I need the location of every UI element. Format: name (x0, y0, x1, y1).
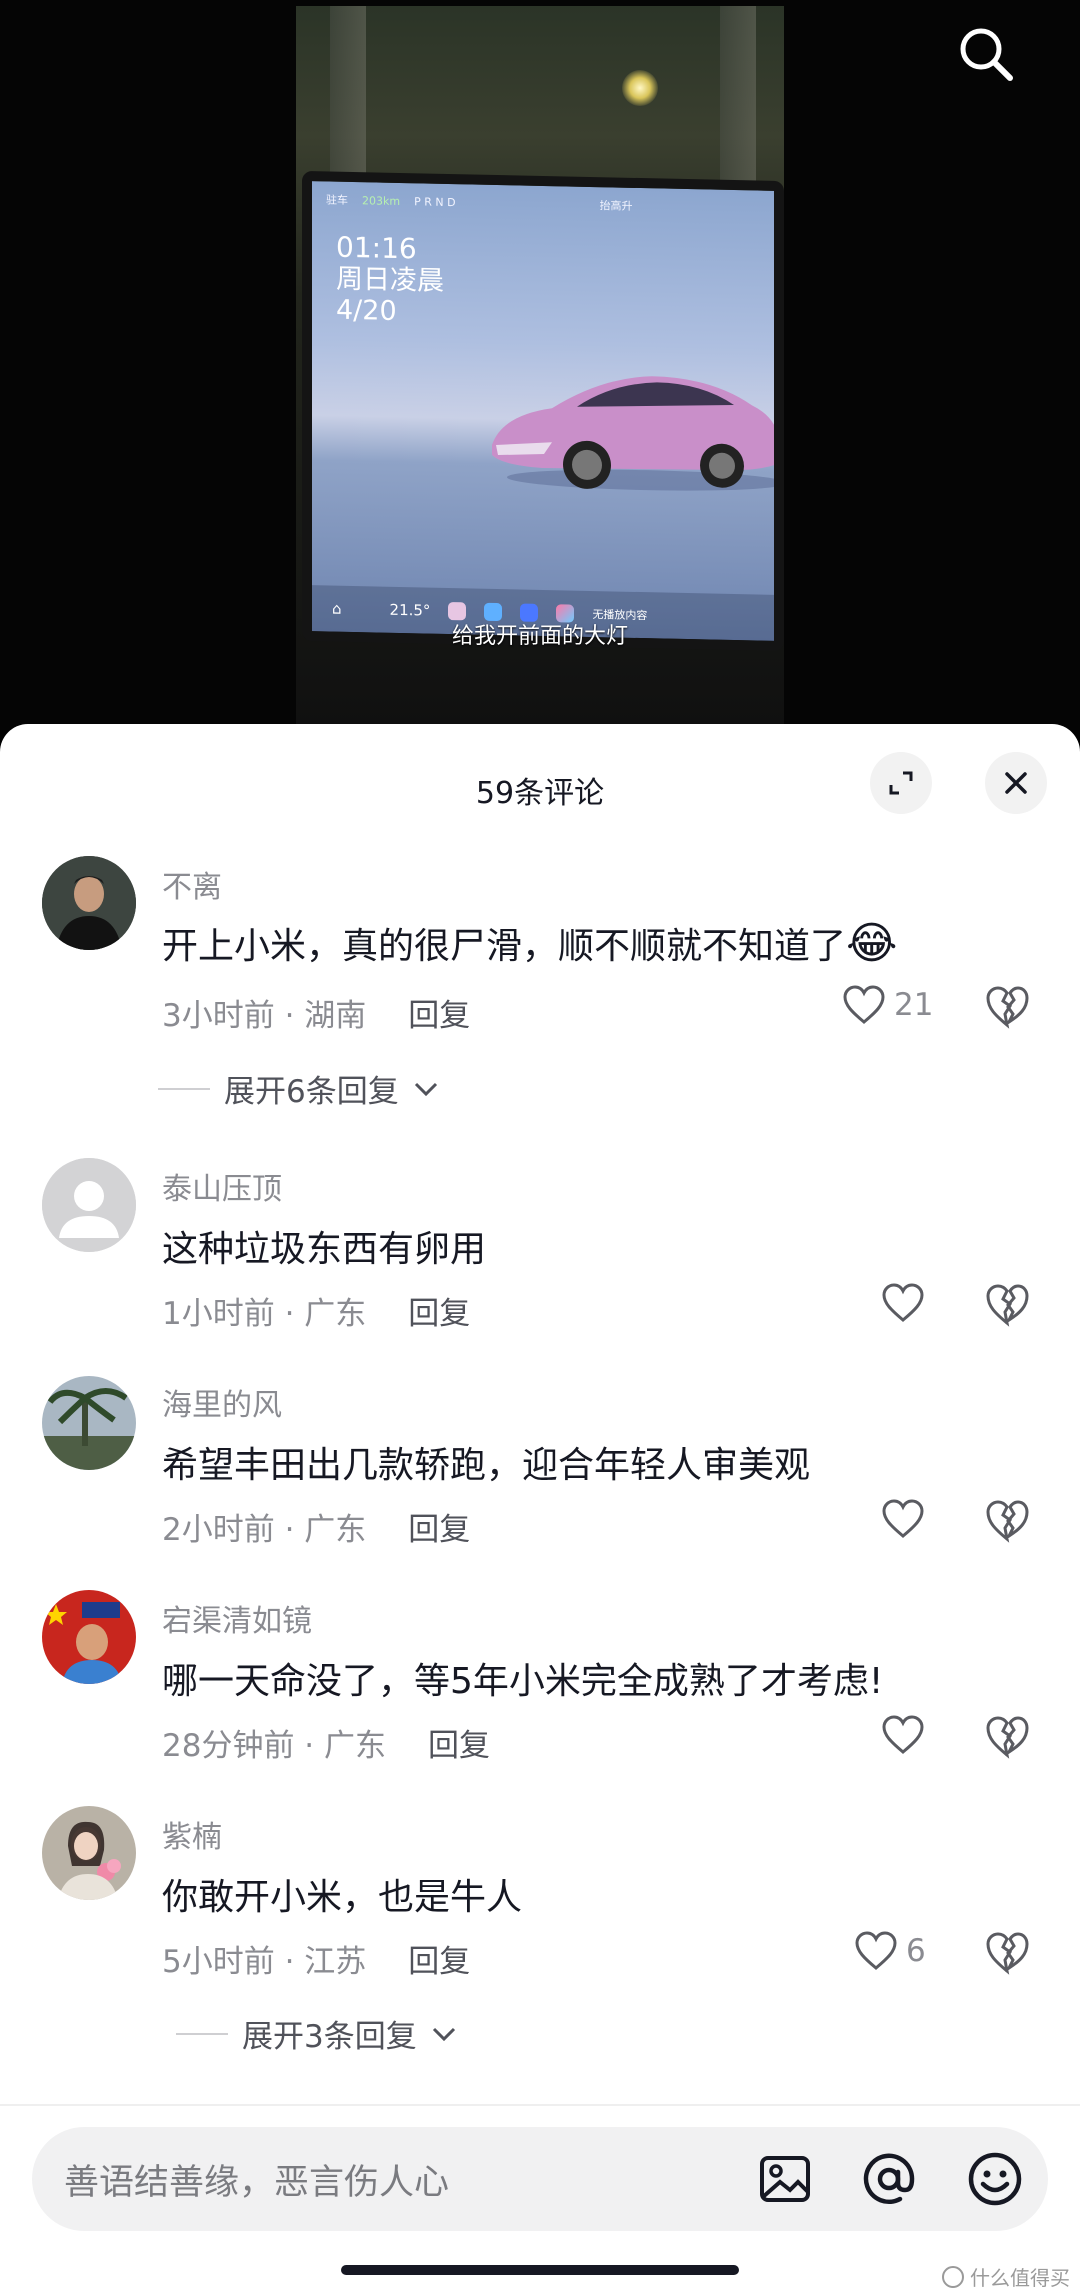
comment-time: 2小时前 (162, 1512, 275, 1548)
comment-author[interactable]: 紫楠 (162, 1812, 222, 1856)
expand-replies-button[interactable]: 展开6条回复 (158, 1066, 439, 1111)
comment-author[interactable]: 泰山压顶 (162, 1164, 282, 1208)
search-button[interactable] (954, 22, 1018, 86)
screen-clock: 01:16 周日凌晨 4/20 (336, 230, 444, 329)
chevron-down-icon (432, 2027, 455, 2041)
reply-button[interactable]: 回复 (408, 1944, 470, 1980)
comment-text: 你敢开小米，也是牛人 (162, 1877, 523, 1918)
expand-replies-label: 展开3条回复 (242, 2019, 417, 2055)
comment-time: 1小时前 (162, 1296, 275, 1332)
dislike-broken-heart-icon[interactable] (984, 1929, 1030, 1975)
comment-time: 3小时前 (162, 998, 275, 1034)
comment-author[interactable]: 不离 (162, 862, 222, 906)
screen-gear: P R N D (414, 194, 456, 209)
image-icon[interactable] (756, 2150, 814, 2208)
search-icon (960, 28, 1013, 81)
close-sheet-button[interactable] (985, 752, 1047, 814)
screen-date: 4/20 (336, 294, 397, 328)
expand-sheet-button[interactable] (870, 752, 932, 814)
expand-icon (889, 771, 913, 795)
screen-top-center: 抬高升 (599, 199, 633, 213)
comment-text-body: 开上小米，真的很尸滑，顺不顺就不知道了 (162, 926, 847, 967)
screen-temperature: 21.5° (389, 600, 431, 620)
input-divider (0, 2104, 1080, 2106)
comment-author[interactable]: 海里的风 (162, 1380, 282, 1424)
heart-icon (882, 1715, 924, 1754)
reply-button[interactable]: 回复 (428, 1728, 490, 1764)
street-lamp (622, 70, 658, 106)
comment-location: 广东 (304, 1296, 367, 1332)
comment-input-placeholder: 善语结善缘，恶言伤人心 (64, 2163, 450, 2203)
comment-text: 希望丰田出几款轿跑，迎合年轻人审美观 (162, 1445, 811, 1486)
comment-location: 广东 (304, 1512, 367, 1548)
video-subtitle: 给我开前面的大灯 (451, 624, 628, 649)
reply-button[interactable]: 回复 (408, 1296, 470, 1332)
dislike-broken-heart-icon[interactable] (984, 1713, 1030, 1759)
comment-text: 开上小米，真的很尸滑，顺不顺就不知道了😂 (162, 917, 897, 969)
car-image (492, 376, 782, 491)
home-indicator[interactable] (341, 2265, 739, 2275)
heart-icon (882, 1499, 924, 1538)
heart-icon (882, 1283, 924, 1322)
avatar[interactable] (42, 1806, 136, 1900)
dislike-broken-heart-icon[interactable] (984, 1281, 1030, 1327)
expand-replies-button[interactable]: 展开3条回复 (176, 2011, 457, 2056)
emoji-icon[interactable] (966, 2150, 1024, 2208)
car-display-screen: 驻车 203km P R N D 抬高升 01:16 周日凌晨 4/20 ⌂ 2… (302, 170, 784, 652)
expand-replies-label: 展开6条回复 (224, 1074, 399, 1110)
like-count: 6 (906, 1933, 926, 1969)
avatar[interactable] (42, 1158, 136, 1252)
watermark: 什么值得买 (942, 2262, 1070, 2291)
comment-location: 江苏 (304, 1944, 367, 1980)
at-icon[interactable] (860, 2150, 918, 2208)
screen-status-left: 驻车 (326, 193, 348, 207)
screen-status-bar: 驻车 203km P R N D 抬高升 (326, 189, 760, 218)
comment-meta: 28分钟前 · 广东 回复 (162, 1728, 491, 1764)
like-button[interactable]: 6 (854, 1931, 926, 1971)
comment-text: 这种垃圾东西有卵用 (162, 1229, 487, 1270)
heart-icon (843, 985, 885, 1024)
comment-meta: 1小时前 · 广东 回复 (162, 1296, 471, 1332)
watermark-logo-icon (942, 2265, 964, 2288)
screen-range: 203km (362, 193, 401, 208)
screen-day: 周日凌晨 (336, 263, 444, 298)
watermark-text: 什么值得买 (970, 2266, 1070, 2290)
comment-author[interactable]: 宕渠清如镜 (162, 1596, 312, 1640)
reply-button[interactable]: 回复 (408, 1512, 470, 1548)
home-icon: ⌂ (332, 599, 342, 618)
like-button[interactable]: 21 (842, 985, 933, 1025)
comment-text: 哪一天命没了，等5年小米完全成熟了才考虑! (162, 1661, 884, 1702)
avatar[interactable] (42, 1590, 136, 1684)
comment-meta: 3小时前 · 湖南 回复 (162, 998, 471, 1034)
comment-time: 5小时前 (162, 1944, 275, 1980)
close-icon (1005, 772, 1027, 794)
video-player[interactable]: 驻车 203km P R N D 抬高升 01:16 周日凌晨 4/20 ⌂ 2… (0, 0, 1080, 730)
like-button[interactable] (881, 1283, 925, 1323)
screen-time: 01:16 (336, 230, 417, 266)
comment-location: 湖南 (304, 998, 367, 1034)
like-button[interactable] (881, 1715, 925, 1755)
dislike-broken-heart-icon[interactable] (984, 983, 1030, 1029)
chevron-down-icon (414, 1082, 437, 1096)
background-pillar (720, 6, 756, 206)
comment-location: 广东 (324, 1728, 387, 1764)
comment-meta: 5小时前 · 江苏 回复 (162, 1944, 471, 1980)
like-button[interactable] (881, 1499, 925, 1539)
like-count: 21 (894, 987, 934, 1023)
dislike-broken-heart-icon[interactable] (984, 1497, 1030, 1543)
reply-button[interactable]: 回复 (408, 998, 470, 1034)
laughing-crying-emoji: 😂 (846, 918, 898, 969)
heart-icon (855, 1931, 897, 1970)
avatar[interactable] (42, 856, 136, 950)
comment-meta: 2小时前 · 广东 回复 (162, 1512, 471, 1548)
avatar[interactable] (42, 1376, 136, 1470)
comment-time: 28分钟前 (162, 1728, 295, 1764)
